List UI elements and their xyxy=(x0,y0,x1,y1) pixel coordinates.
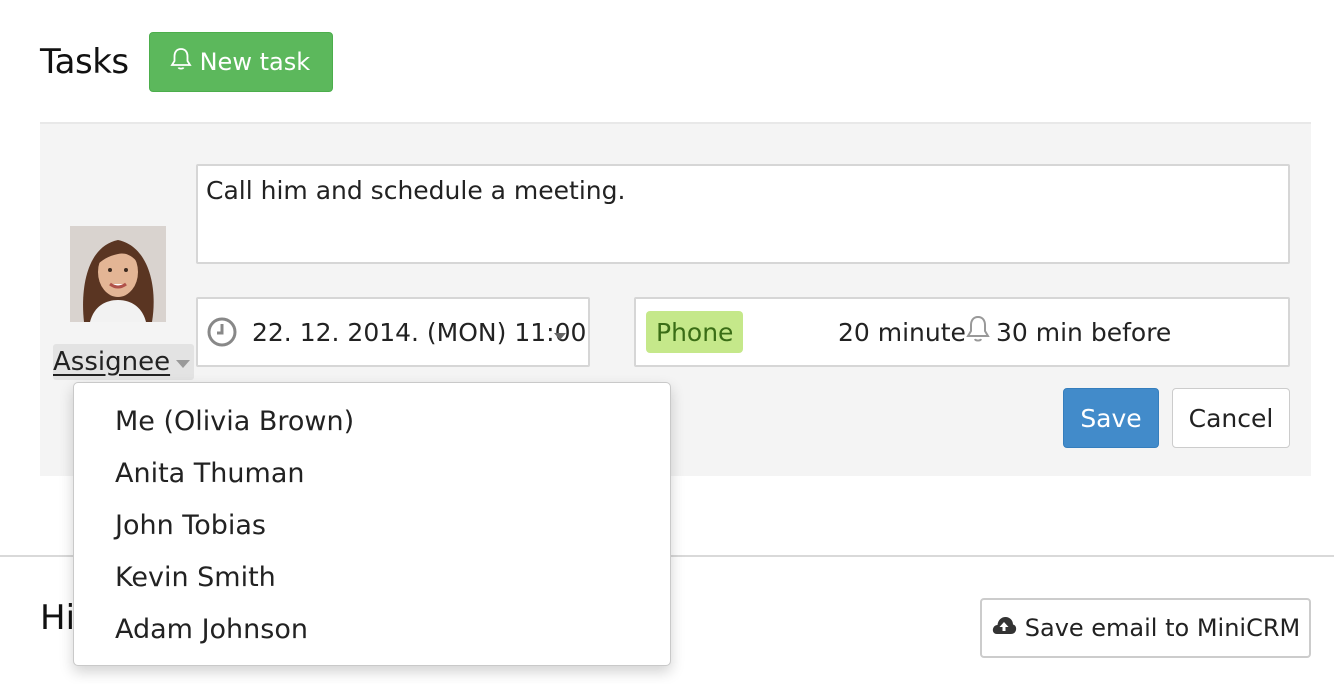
task-type-field[interactable]: Phone 20 minute 30 min before xyxy=(634,297,1290,367)
caret-down-icon xyxy=(176,360,191,368)
reminder-control[interactable]: 30 min before xyxy=(966,299,1171,365)
assignee-dropdown-menu: Me (Olivia Brown) Anita Thuman John Tobi… xyxy=(73,382,671,666)
page-title: Tasks xyxy=(40,42,129,82)
assignee-option-john-tobias[interactable]: John Tobias xyxy=(74,499,670,551)
clock-icon xyxy=(206,316,238,348)
chevron-down-icon xyxy=(554,333,566,340)
assignee-option-kevin-smith[interactable]: Kevin Smith xyxy=(74,551,670,603)
cancel-button[interactable]: Cancel xyxy=(1172,388,1290,448)
duration-value[interactable]: 20 minute xyxy=(838,299,966,365)
new-task-button[interactable]: New task xyxy=(148,32,334,92)
history-title: Hi xyxy=(40,598,76,638)
task-type-badge[interactable]: Phone xyxy=(646,311,744,353)
bell-icon xyxy=(966,315,990,349)
tasks-header: Tasks New task xyxy=(40,32,334,92)
save-button[interactable]: Save xyxy=(1063,388,1159,448)
due-datetime-field[interactable]: 22. 12. 2014. (MON) 11:00 xyxy=(196,297,590,367)
assignee-option-adam-johnson[interactable]: Adam Johnson xyxy=(74,603,670,655)
cloud-upload-icon xyxy=(991,614,1017,642)
new-task-label: New task xyxy=(199,48,311,76)
reminder-value: 30 min before xyxy=(996,317,1172,347)
task-description-textarea[interactable]: Call him and schedule a meeting. xyxy=(196,164,1290,264)
assignee-option-me[interactable]: Me (Olivia Brown) xyxy=(74,395,670,447)
assignee-option-anita-thuman[interactable]: Anita Thuman xyxy=(74,447,670,499)
bell-icon xyxy=(169,47,192,77)
assignee-label: Assignee xyxy=(53,347,171,377)
due-datetime-value: 22. 12. 2014. (MON) 11:00 xyxy=(252,317,587,347)
assignee-dropdown-toggle[interactable]: Assignee xyxy=(53,344,195,380)
avatar xyxy=(70,226,166,322)
save-email-label: Save email to MiniCRM xyxy=(1024,614,1301,642)
save-email-button[interactable]: Save email to MiniCRM xyxy=(980,598,1311,658)
